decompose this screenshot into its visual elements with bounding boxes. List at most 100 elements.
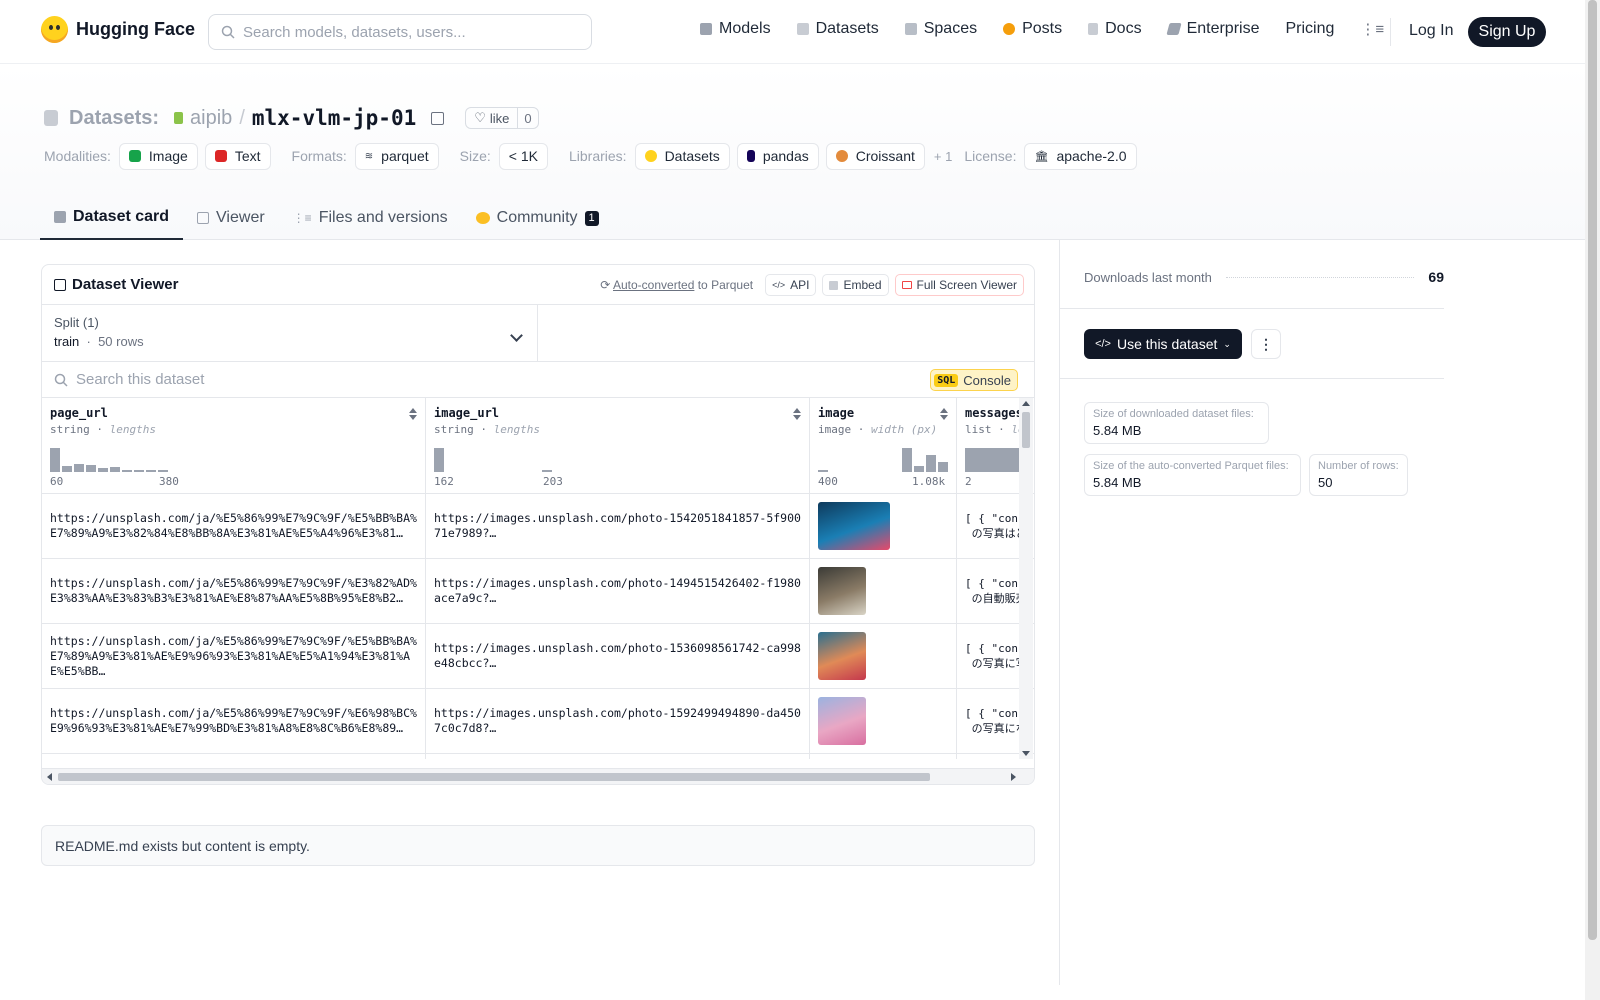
more-libraries[interactable]: + 1 [934, 149, 952, 164]
table-cell[interactable] [810, 689, 956, 754]
sql-console-button[interactable]: SQL Console [930, 369, 1018, 391]
table-cell[interactable]: https://unsplash.com/ja/%E5%86%99%E7%9C%… [42, 689, 425, 754]
sort-icon[interactable] [793, 408, 801, 420]
like-button[interactable]: ♡ like 0 [465, 107, 539, 129]
hugging-face-icon [644, 150, 657, 162]
sort-icon[interactable] [940, 408, 948, 420]
table-cell[interactable]: https://images.unsplash.com/photo-149451… [426, 559, 809, 624]
nav-posts[interactable]: Posts [1003, 20, 1062, 38]
tag-license[interactable]: 🏛 apache-2.0 [1024, 142, 1137, 170]
more-options-button[interactable]: ⋮ [1251, 329, 1281, 359]
use-this-dataset-button[interactable]: </> Use this dataset ⌄ [1084, 329, 1242, 359]
home-logo-link[interactable]: Hugging Face [41, 16, 195, 43]
tag-text[interactable]: Text [204, 142, 271, 170]
tag-image[interactable]: Image [118, 142, 198, 170]
column-histogram [50, 448, 168, 472]
histogram-bar [134, 470, 144, 472]
stat-label: Size of the auto-converted Parquet files… [1093, 460, 1289, 472]
auto-converted-link[interactable]: Auto-converted [613, 278, 694, 292]
repo-type-label[interactable]: Datasets: [69, 107, 159, 130]
dataset-search-input[interactable]: Search this dataset SQL Console [42, 362, 1034, 398]
image-thumbnail[interactable] [818, 697, 866, 745]
tag-croissant-label: Croissant [855, 148, 915, 164]
sidebar-separator [1059, 308, 1444, 309]
embed-button[interactable]: Embed [822, 274, 889, 296]
dataset-viewer: Dataset Viewer ⟳ Auto-converted to Parqu… [41, 264, 1035, 785]
histogram-bar [98, 468, 108, 472]
histogram-bar [542, 470, 552, 472]
nav-pricing[interactable]: Pricing [1285, 20, 1334, 38]
tab-dataset-card[interactable]: Dataset card [40, 196, 184, 240]
repo-name[interactable]: mlx-vlm-jp-01 [252, 106, 416, 130]
full-screen-viewer-button[interactable]: Full Screen Viewer [894, 274, 1024, 296]
table-cell[interactable]: https://images.unsplash.com/photo-159249… [426, 689, 809, 754]
table-cell[interactable]: https://unsplash.com/ja/%E5%86%99%E7%9C%… [42, 494, 425, 559]
histogram-bar [818, 470, 828, 472]
column-header[interactable]: page_url string · lengths 60 380 [42, 398, 425, 494]
nav-enterprise[interactable]: Enterprise [1165, 20, 1259, 38]
embed-icon [829, 280, 839, 290]
nav-datasets[interactable]: Datasets [796, 20, 879, 38]
pandas-icon [746, 150, 755, 162]
login-link[interactable]: Log In [1409, 22, 1453, 40]
column-header[interactable]: image image · width (px) 400 1.08k [810, 398, 956, 494]
page-scrollbar[interactable] [1585, 0, 1600, 1000]
image-modality-icon [128, 150, 141, 162]
downloads-label: Downloads last month [1084, 269, 1212, 285]
copy-icon[interactable] [431, 111, 445, 125]
nav-spaces[interactable]: Spaces [904, 20, 977, 38]
column-stat: lengths [109, 423, 156, 436]
full-screen-label: Full Screen Viewer [916, 278, 1018, 292]
image-thumbnail[interactable] [818, 632, 866, 680]
column-stat: width (px) [871, 423, 938, 436]
column-name: image_url [434, 406, 500, 420]
nav-models[interactable]: Models [700, 20, 771, 38]
tag-parquet-label: parquet [381, 148, 429, 164]
sort-icon[interactable] [409, 408, 417, 420]
column-type: image [818, 423, 852, 436]
global-search-input[interactable]: Search models, datasets, users... [208, 14, 592, 50]
histogram-bar [110, 467, 120, 472]
table-cell[interactable] [810, 559, 956, 624]
to-parquet-text: to Parquet [694, 278, 754, 292]
table-cell[interactable] [810, 494, 956, 559]
table-cell[interactable]: https://images.unsplash.com/photo-153609… [426, 624, 809, 689]
org-avatar-icon [174, 112, 184, 124]
table-cell[interactable]: https://images.unsplash.com/photo-154205… [426, 494, 809, 559]
split-dropdown[interactable]: Split (1) train · 50 rows [42, 305, 538, 361]
tag-pandas-library[interactable]: pandas [736, 142, 819, 170]
table-vertical-scrollbar[interactable] [1019, 398, 1033, 759]
image-thumbnail[interactable] [818, 567, 866, 615]
table-cell[interactable]: https://unsplash.com/ja/%E5%86%99%E7%9C%… [42, 624, 425, 689]
tag-size[interactable]: < 1K [498, 142, 548, 170]
column-histogram [818, 448, 948, 472]
table-cell[interactable] [810, 624, 956, 689]
tag-croissant-library[interactable]: Croissant [825, 142, 925, 170]
more-menu-icon[interactable]: ⋮≡ [1360, 20, 1384, 38]
signup-button[interactable]: Sign Up [1468, 17, 1546, 47]
downloads-value: 69 [1428, 269, 1444, 285]
table-cell[interactable]: https://unsplash.com/ja/%E5%86%99%E7%9C%… [42, 559, 425, 624]
tab-viewer[interactable]: Viewer [183, 196, 279, 240]
spaces-icon [904, 23, 917, 35]
nav-docs[interactable]: Docs [1088, 20, 1142, 38]
column-header[interactable]: image_url string · lengths 162 203 [426, 398, 809, 494]
auto-converted-note: ⟳ Auto-converted to Parquet [600, 278, 753, 292]
repo-org[interactable]: aipib [190, 107, 232, 130]
cell-text: https://unsplash.com/ja/%E5%86%99%E7%9C%… [50, 576, 417, 605]
image-thumbnail[interactable] [818, 502, 890, 550]
histogram-bar [146, 470, 156, 472]
tab-files[interactable]: ⋮≡ Files and versions [279, 196, 462, 240]
tag-parquet[interactable]: ≋ parquet [354, 142, 439, 170]
tag-datasets-library[interactable]: Datasets [634, 142, 730, 170]
stat-label: Number of rows: [1318, 460, 1399, 472]
tab-viewer-label: Viewer [216, 209, 265, 226]
cell-text: [ { "con の写真にな [965, 707, 1027, 735]
table-horizontal-scrollbar[interactable] [42, 768, 1034, 784]
api-button[interactable]: </> API [765, 274, 817, 296]
histogram-bar [86, 465, 96, 472]
tab-community[interactable]: Community 1 [462, 196, 613, 240]
column-image-url: image_url string · lengths 162 203 https:… [426, 398, 810, 759]
cell-text: https://images.unsplash.com/photo-159249… [434, 706, 801, 735]
histogram-bar [158, 470, 168, 472]
